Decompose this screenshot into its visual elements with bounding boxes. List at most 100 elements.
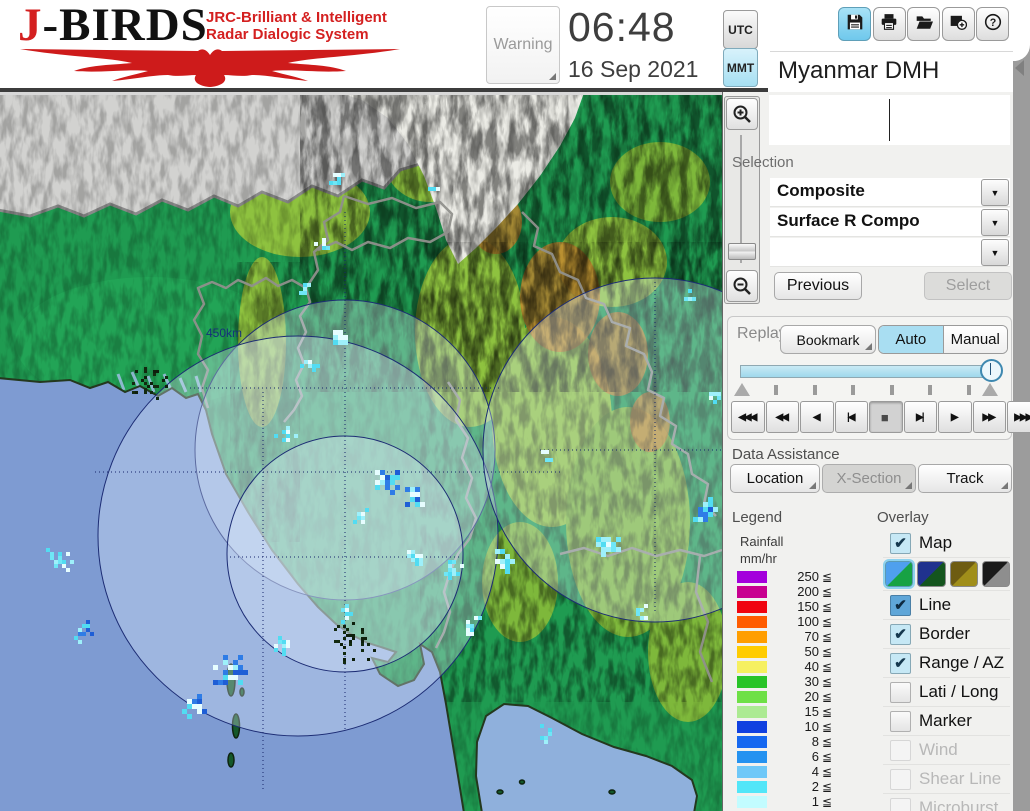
checkbox[interactable] bbox=[890, 711, 911, 732]
export-image-icon bbox=[949, 13, 967, 36]
overlay-item-label: Shear Line bbox=[919, 769, 1001, 789]
map-style-swatch[interactable] bbox=[950, 561, 978, 587]
open-folder-button[interactable] bbox=[907, 7, 940, 41]
clock-time: 06:48 bbox=[568, 4, 676, 51]
dropdown-composite[interactable]: Composite ▼ bbox=[770, 178, 1010, 207]
step-last-button[interactable]: ▶| bbox=[904, 401, 938, 433]
legend-color-swatch bbox=[737, 721, 767, 733]
step-first-button[interactable]: |◀ bbox=[835, 401, 869, 433]
auto-mode-button[interactable]: Auto bbox=[879, 326, 943, 353]
lte-symbol: ≦ bbox=[822, 765, 832, 779]
xsection-button[interactable]: X-Section bbox=[822, 464, 916, 493]
legend-scale: 250 ≦ 200 ≦ 150 ≦ 100 ≦ 70 ≦ 50 ≦ 40 ≦ 3… bbox=[737, 569, 832, 809]
overlay-item-map[interactable]: ✔ Map bbox=[883, 529, 1010, 558]
overlay-item-range-az[interactable]: ✔ Range / AZ bbox=[883, 649, 1010, 678]
legend-value: 6 bbox=[767, 749, 819, 764]
legend-row: 40 ≦ bbox=[737, 659, 832, 674]
legend-row: 250 ≦ bbox=[737, 569, 832, 584]
mmt-button[interactable]: MMT bbox=[723, 48, 758, 87]
previous-button[interactable]: Previous bbox=[774, 272, 862, 300]
lte-symbol: ≦ bbox=[822, 600, 832, 614]
legend-value: 200 bbox=[767, 584, 819, 599]
text-cursor bbox=[889, 99, 890, 141]
legend-color-swatch bbox=[737, 571, 767, 583]
legend-value: 15 bbox=[767, 704, 819, 719]
bookmark-button[interactable]: Bookmark bbox=[780, 325, 876, 354]
replay-slider-track[interactable] bbox=[740, 365, 1000, 378]
slider-tick bbox=[851, 385, 855, 395]
eagle-icon bbox=[10, 44, 410, 88]
help-button[interactable]: ? bbox=[976, 7, 1009, 41]
overlay-item-border[interactable]: ✔ Border bbox=[883, 620, 1010, 649]
checkbox[interactable] bbox=[890, 682, 911, 703]
zoom-out-button[interactable] bbox=[726, 270, 758, 302]
lte-symbol: ≦ bbox=[822, 615, 832, 629]
overlay-label: Overlay bbox=[877, 509, 929, 526]
data-assistance-label: Data Assistance bbox=[732, 446, 840, 463]
track-button[interactable]: Track bbox=[918, 464, 1012, 493]
map-style-swatch[interactable] bbox=[885, 561, 913, 587]
range-end-marker[interactable] bbox=[982, 383, 998, 396]
play-reverse-button[interactable]: ◀ bbox=[800, 401, 834, 433]
print-button[interactable] bbox=[873, 7, 906, 41]
overlay-item-shear-line: Shear Line bbox=[883, 765, 1010, 794]
lte-symbol: ≦ bbox=[822, 795, 832, 809]
legend-color-swatch bbox=[737, 601, 767, 613]
range-start-marker[interactable] bbox=[734, 383, 750, 396]
radar-map[interactable]: 450km bbox=[0, 92, 723, 811]
dropdown-extra[interactable]: ▼ bbox=[770, 238, 1010, 267]
chevron-down-icon[interactable]: ▼ bbox=[981, 209, 1009, 236]
svg-text:?: ? bbox=[989, 16, 996, 28]
checkbox[interactable]: ✔ bbox=[890, 533, 911, 554]
checkbox[interactable]: ✔ bbox=[890, 595, 911, 616]
overlay-item-label: Line bbox=[919, 595, 951, 615]
jbirds-app: J-BIRDS JRC-Brilliant & Intelligent Rada… bbox=[0, 0, 1030, 811]
legend-color-swatch bbox=[737, 736, 767, 748]
legend-value: 2 bbox=[767, 779, 819, 794]
lte-symbol: ≦ bbox=[822, 780, 832, 794]
overlay-item-line[interactable]: ✔ Line bbox=[883, 591, 1010, 620]
overlay-item-label: Border bbox=[919, 624, 970, 644]
overlay-item-label: Lati / Long bbox=[919, 682, 998, 702]
replay-slider-handle[interactable] bbox=[980, 359, 1003, 382]
text-entry-box[interactable] bbox=[769, 95, 1010, 145]
collapse-panel-icon[interactable] bbox=[1015, 60, 1024, 76]
legend-row: 100 ≦ bbox=[737, 614, 832, 629]
legend-color-swatch bbox=[737, 631, 767, 643]
zoom-slider-handle[interactable] bbox=[728, 243, 756, 260]
chevron-down-icon[interactable]: ▼ bbox=[981, 239, 1009, 266]
overlay-item-marker[interactable]: Marker bbox=[883, 707, 1010, 736]
utc-button[interactable]: UTC bbox=[723, 10, 758, 49]
slider-tick bbox=[813, 385, 817, 395]
logo-subtitle: JRC-Brilliant & Intelligent Radar Dialog… bbox=[206, 9, 387, 43]
lte-symbol: ≦ bbox=[822, 690, 832, 704]
export-image-button[interactable] bbox=[942, 7, 975, 41]
warning-button[interactable]: Warning bbox=[486, 6, 560, 84]
legend-unit: Rainfall mm/hr bbox=[740, 533, 783, 567]
zoom-in-button[interactable] bbox=[726, 98, 758, 130]
chevron-down-icon[interactable]: ▼ bbox=[981, 179, 1009, 206]
clock-date: 16 Sep 2021 bbox=[568, 56, 698, 83]
checkbox[interactable]: ✔ bbox=[890, 653, 911, 674]
lte-symbol: ≦ bbox=[822, 720, 832, 734]
overlay-item-lati-long[interactable]: Lati / Long bbox=[883, 678, 1010, 707]
stop-button[interactable]: ■ bbox=[869, 401, 903, 433]
checkbox[interactable]: ✔ bbox=[890, 624, 911, 645]
map-style-swatch[interactable] bbox=[982, 561, 1010, 587]
legend-row: 30 ≦ bbox=[737, 674, 832, 689]
manual-mode-button[interactable]: Manual bbox=[944, 326, 1008, 353]
legend-row: 1 ≦ bbox=[737, 794, 832, 809]
legend-value: 150 bbox=[767, 599, 819, 614]
legend-color-swatch bbox=[737, 661, 767, 673]
overlay-item-label: Range / AZ bbox=[919, 653, 1004, 673]
play-button[interactable]: ▶ bbox=[938, 401, 972, 433]
location-button[interactable]: Location bbox=[730, 464, 820, 493]
save-button[interactable] bbox=[838, 7, 871, 41]
map-style-swatch[interactable] bbox=[917, 561, 945, 587]
rewind-button[interactable]: ◀◀ bbox=[766, 401, 800, 433]
forward-fast-button[interactable]: ▶▶▶ bbox=[1007, 401, 1030, 433]
forward-button[interactable]: ▶▶ bbox=[973, 401, 1007, 433]
dropdown-product[interactable]: Surface R Compo ▼ bbox=[770, 208, 1010, 237]
select-button[interactable]: Select bbox=[924, 272, 1012, 300]
rewind-fast-button[interactable]: ◀◀◀ bbox=[731, 401, 765, 433]
